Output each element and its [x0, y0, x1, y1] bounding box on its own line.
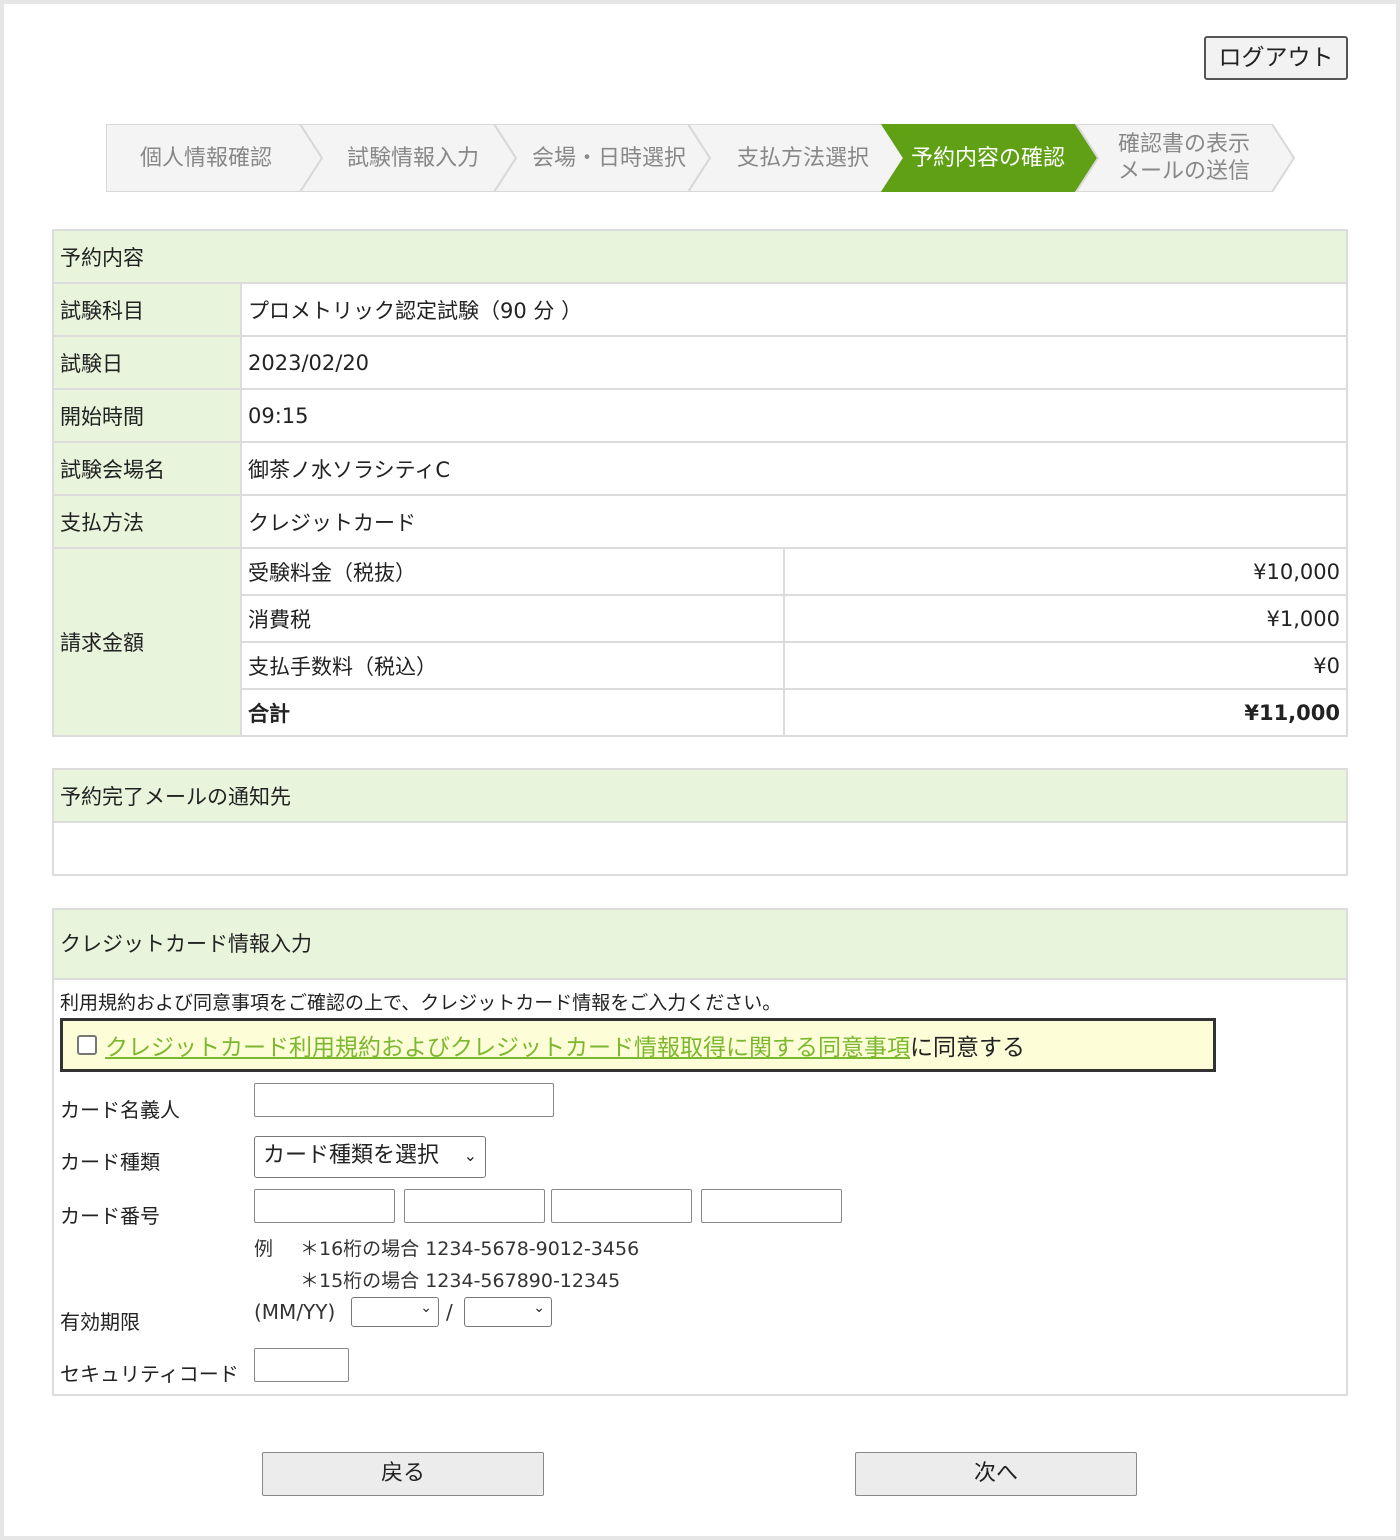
- card-number-input-1[interactable]: [254, 1189, 395, 1223]
- reservation-section-title: 予約内容: [52, 229, 1348, 284]
- row-value: プロメトリック認定試験（90 分 ）: [240, 282, 1348, 337]
- billing-label: 請求金額: [52, 547, 242, 737]
- billing-total-row: 合計 ¥11,000: [53, 688, 1348, 737]
- back-button[interactable]: 戻る: [262, 1452, 544, 1496]
- step-3-label: 会場・日時選択: [531, 145, 686, 171]
- terms-link[interactable]: クレジットカード利用規約およびクレジットカード情報取得に関する同意事項: [105, 1028, 910, 1062]
- card-number-label: カード番号: [60, 1204, 160, 1228]
- card-number-input-2[interactable]: [404, 1189, 545, 1223]
- example-15-digit: ＊15桁の場合 1234-567890-12345: [300, 1270, 621, 1292]
- step-4-label: 支払方法選択: [736, 145, 869, 171]
- card-number-input-4[interactable]: [701, 1189, 842, 1223]
- notification-table: 予約完了メールの通知先: [52, 768, 1348, 876]
- expiry-format: (MM/YY): [254, 1300, 336, 1324]
- agree-checkbox[interactable]: [77, 1035, 97, 1055]
- table-row: 試験科目 プロメトリック認定試験（90 分 ）: [52, 282, 1348, 337]
- step-5-label: 予約内容の確認: [910, 145, 1065, 171]
- row-label: 試験会場名: [52, 441, 242, 496]
- step-2-label: 試験情報入力: [346, 145, 479, 171]
- step-6-label: 確認書の表示 メールの送信: [1094, 124, 1274, 192]
- card-intro-text: 利用規約および同意事項をご確認の上で、クレジットカード情報をご入力ください。: [60, 992, 782, 1014]
- billing-row: 請求金額 受験料金（税抜） ¥10,000: [52, 547, 1348, 737]
- billing-item-name: 支払手数料（税込）: [240, 641, 785, 690]
- row-value: 09:15: [240, 388, 1348, 443]
- table-row: 試験日 2023/02/20: [52, 335, 1348, 390]
- step-6-label-line2: メールの送信: [1117, 159, 1250, 184]
- card-type-selected: カード種類を選択: [263, 1143, 440, 1168]
- card-section-title: クレジットカード情報入力: [54, 910, 1346, 980]
- row-label: 開始時間: [52, 388, 242, 443]
- example-16-digit: ＊16桁の場合 1234-5678-9012-3456: [300, 1238, 640, 1260]
- billing-item-name: 受験料金（税抜）: [240, 547, 785, 596]
- expiry-year-select[interactable]: ⌄: [464, 1297, 552, 1327]
- next-button[interactable]: 次へ: [855, 1452, 1137, 1496]
- step-1-label: 個人情報確認: [139, 145, 272, 171]
- progress-steps: 個人情報確認 試験情報入力 会場・日時選択 支払方法選択 予約内容の確認 確認書…: [106, 124, 1296, 192]
- billing-row: 支払手数料（税込） ¥0: [53, 641, 1348, 690]
- billing-item-amount: ¥0: [783, 641, 1348, 690]
- expiry-month-select[interactable]: ⌄: [351, 1297, 439, 1327]
- row-value: 2023/02/20: [240, 335, 1348, 390]
- chevron-down-icon: ⌄: [463, 1146, 477, 1165]
- card-type-select[interactable]: カード種類を選択 ⌄: [254, 1136, 486, 1178]
- card-type-label: カード種類: [60, 1150, 160, 1174]
- billing-item-amount: ¥10,000: [783, 547, 1348, 596]
- expiry-separator: /: [446, 1300, 453, 1324]
- card-holder-input[interactable]: [254, 1083, 554, 1117]
- notification-email: [52, 821, 1348, 876]
- billing-item-name: 消費税: [240, 594, 785, 643]
- example-prefix: 例: [254, 1238, 274, 1260]
- billing-item-amount: ¥1,000: [783, 594, 1348, 643]
- reservation-table: 予約内容 試験科目 プロメトリック認定試験（90 分 ） 試験日 2023/02…: [52, 229, 1348, 737]
- row-label: 試験科目: [52, 282, 242, 337]
- notification-section-title: 予約完了メールの通知先: [52, 768, 1348, 823]
- row-label: 試験日: [52, 335, 242, 390]
- row-value: クレジットカード: [240, 494, 1348, 549]
- card-holder-label: カード名義人: [60, 1098, 180, 1122]
- card-info-section: クレジットカード情報入力 利用規約および同意事項をご確認の上で、クレジットカード…: [52, 908, 1348, 1396]
- card-number-input-3[interactable]: [551, 1189, 692, 1223]
- agree-suffix: に同意する: [910, 1035, 1025, 1061]
- billing-total-amount: ¥11,000: [783, 688, 1348, 737]
- row-value: 御茶ノ水ソラシティC: [240, 441, 1348, 496]
- security-code-label: セキュリティコード: [60, 1362, 239, 1386]
- logout-button[interactable]: ログアウト: [1204, 36, 1348, 80]
- chevron-down-icon: ⌄: [420, 1300, 432, 1316]
- expiry-label: 有効期限: [60, 1310, 140, 1334]
- table-row: 開始時間 09:15: [52, 388, 1348, 443]
- table-row: 試験会場名 御茶ノ水ソラシティC: [52, 441, 1348, 496]
- step-6-label-line1: 確認書の表示: [1117, 132, 1250, 157]
- row-label: 支払方法: [52, 494, 242, 549]
- chevron-down-icon: ⌄: [533, 1300, 545, 1316]
- billing-total-label: 合計: [240, 688, 785, 737]
- agreement-box: クレジットカード利用規約およびクレジットカード情報取得に関する同意事項 に同意す…: [60, 1018, 1216, 1072]
- security-code-input[interactable]: [254, 1348, 349, 1382]
- table-row: 支払方法 クレジットカード: [52, 494, 1348, 549]
- billing-row: 消費税 ¥1,000: [53, 594, 1348, 643]
